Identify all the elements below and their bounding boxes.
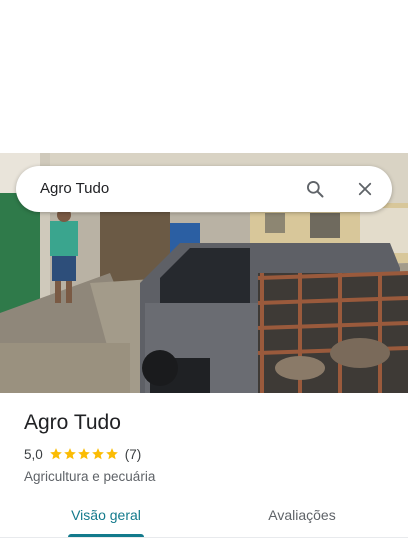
place-title: Agro Tudo — [24, 411, 121, 434]
search-bar — [16, 166, 392, 212]
close-icon — [358, 182, 372, 196]
star-icon — [77, 448, 90, 460]
tab-reviews[interactable]: Avaliações — [250, 496, 354, 534]
place-page: Agro Tudo 5,0 (7) Agricultura e pecuária… — [0, 0, 408, 546]
tab-divider — [0, 537, 408, 538]
clear-search-button[interactable] — [353, 177, 377, 201]
tab-overview[interactable]: Visão geral — [54, 496, 158, 534]
rating-row[interactable]: 5,0 (7) — [24, 444, 384, 464]
star-icon — [49, 448, 62, 460]
rating-value: 5,0 — [24, 446, 43, 462]
review-count: (7) — [124, 446, 142, 462]
star-icon — [63, 448, 76, 460]
star-icon — [91, 448, 104, 460]
place-category: Agricultura e pecuária — [24, 469, 156, 484]
search-button[interactable] — [303, 177, 327, 201]
place-info: Agro Tudo 5,0 (7) Agricultura e pecuária — [24, 409, 384, 486]
rating-stars — [49, 447, 119, 461]
tab-bar: Visão geral Avaliações — [0, 496, 408, 538]
search-icon — [307, 181, 324, 198]
search-input[interactable] — [40, 166, 290, 212]
star-icon — [105, 448, 118, 460]
